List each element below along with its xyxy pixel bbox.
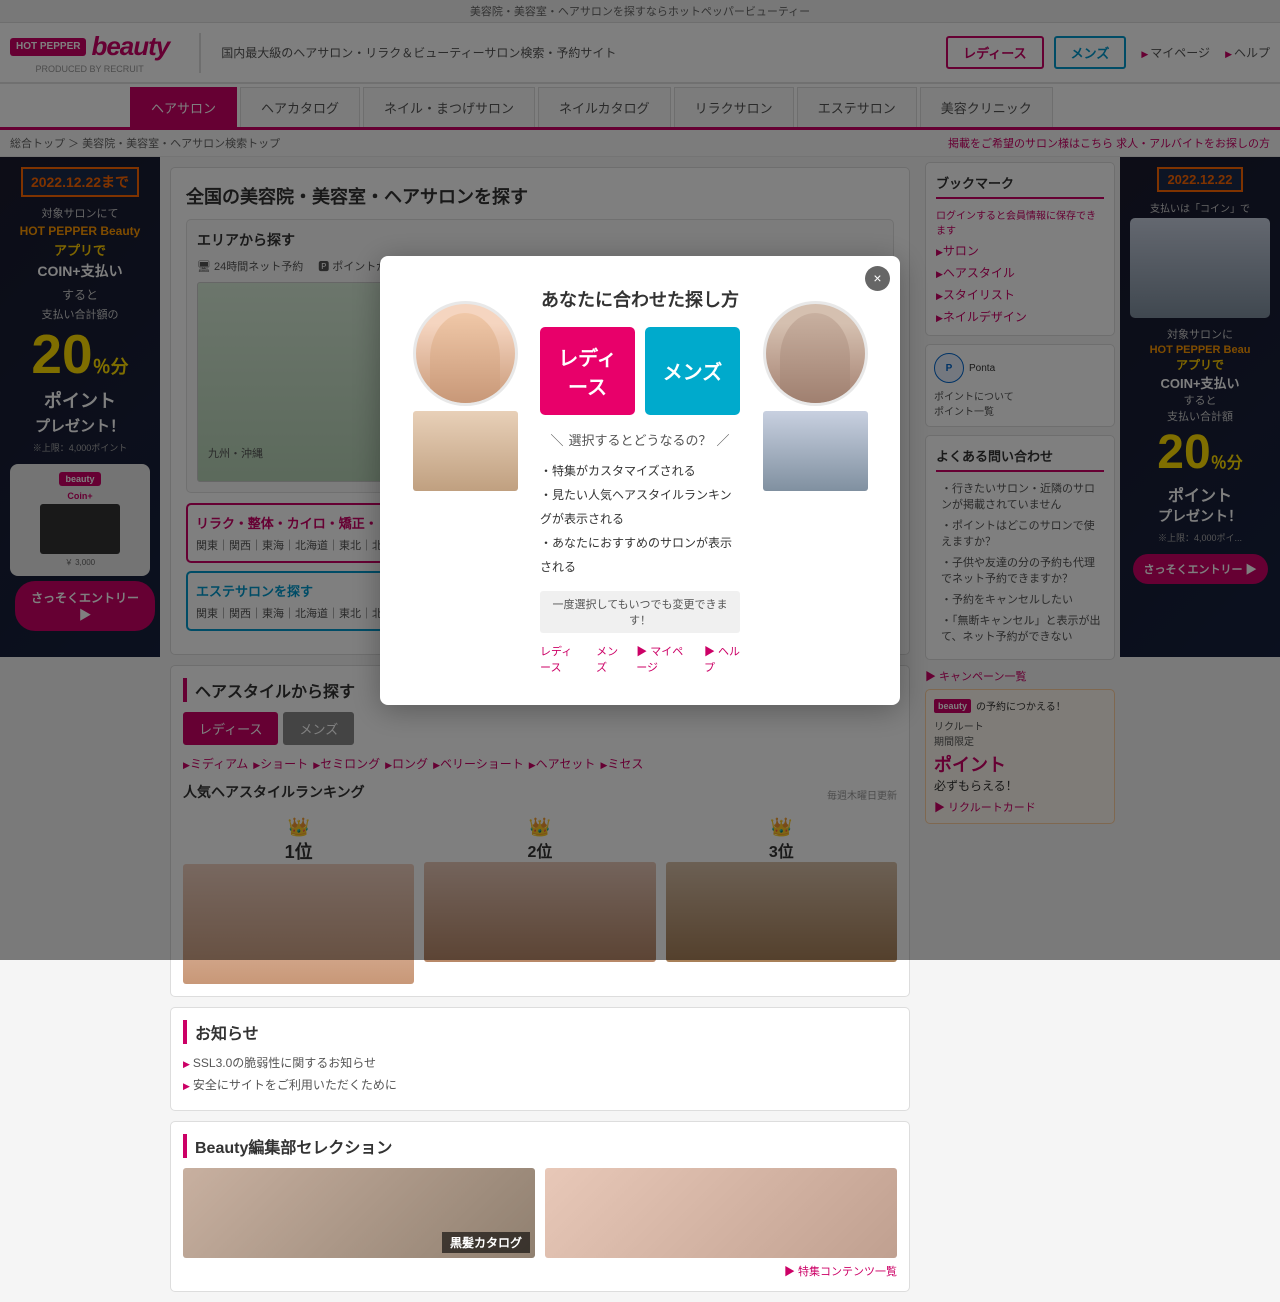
- modal-close-button[interactable]: ×: [865, 266, 890, 291]
- modal-male-image: [755, 281, 875, 491]
- modal-bullet-2: 見たい人気ヘアスタイルランキングが表示される: [540, 483, 740, 531]
- modal-mens-button[interactable]: メンズ: [645, 327, 740, 415]
- modal-overlay[interactable]: あなたに合わせた探し方 レディース メンズ 選択するとどうなるの？ 特集がカスタ…: [0, 0, 1280, 960]
- modal-dialog: あなたに合わせた探し方 レディース メンズ 選択するとどうなるの？ 特集がカスタ…: [380, 256, 900, 705]
- modal-bullet-3: あなたにおすすめのサロンが表示される: [540, 531, 740, 579]
- beauty-item-2[interactable]: [545, 1168, 897, 1258]
- modal-change-note: 一度選択してもいつでも変更できます！: [540, 591, 740, 633]
- news-item-1[interactable]: SSL3.0の脆弱性に関するお知らせ: [183, 1054, 897, 1071]
- modal-footer-mypage[interactable]: ▶ マイページ: [636, 643, 689, 675]
- modal-content: あなたに合わせた探し方 レディース メンズ 選択するとどうなるの？ 特集がカスタ…: [525, 281, 755, 680]
- modal-title: あなたに合わせた探し方: [540, 286, 740, 312]
- news-title: お知らせ: [183, 1020, 897, 1044]
- modal-gender-buttons: レディース メンズ: [540, 327, 740, 415]
- beauty-edit-title: Beauty編集部セレクション: [183, 1134, 897, 1158]
- modal-footer-ladies[interactable]: レディース: [540, 643, 581, 675]
- modal-footer-help[interactable]: ▶ ヘルプ: [704, 643, 740, 675]
- modal-footer: レディース メンズ ▶ マイページ ▶ ヘルプ: [540, 643, 740, 675]
- modal-ladies-button[interactable]: レディース: [540, 327, 635, 415]
- beauty-img-2: [545, 1168, 897, 1258]
- news-section: お知らせ SSL3.0の脆弱性に関するお知らせ 安全にサイトをご利用いただくため…: [170, 1007, 910, 1111]
- modal-explanation: 選択するとどうなるの？: [540, 430, 740, 449]
- beauty-more-link[interactable]: ▶ 特集コンテンツ一覧: [183, 1263, 897, 1279]
- beauty-img-label-1: 黒髪カタログ: [442, 1232, 530, 1253]
- news-item-2[interactable]: 安全にサイトをご利用いただくために: [183, 1076, 897, 1093]
- modal-footer-mens[interactable]: メンズ: [596, 643, 621, 675]
- modal-bullet-1: 特集がカスタマイズされる: [540, 459, 740, 483]
- beauty-grid: 黒髪カタログ: [183, 1168, 897, 1258]
- beauty-section: Beauty編集部セレクション 黒髪カタログ ▶ 特集コンテンツ一覧: [170, 1121, 910, 1292]
- beauty-item-1[interactable]: 黒髪カタログ: [183, 1168, 535, 1258]
- beauty-img-1: 黒髪カタログ: [183, 1168, 535, 1258]
- modal-bullets: 特集がカスタマイズされる 見たい人気ヘアスタイルランキングが表示される あなたに…: [540, 459, 740, 579]
- modal-female-image: [405, 281, 525, 491]
